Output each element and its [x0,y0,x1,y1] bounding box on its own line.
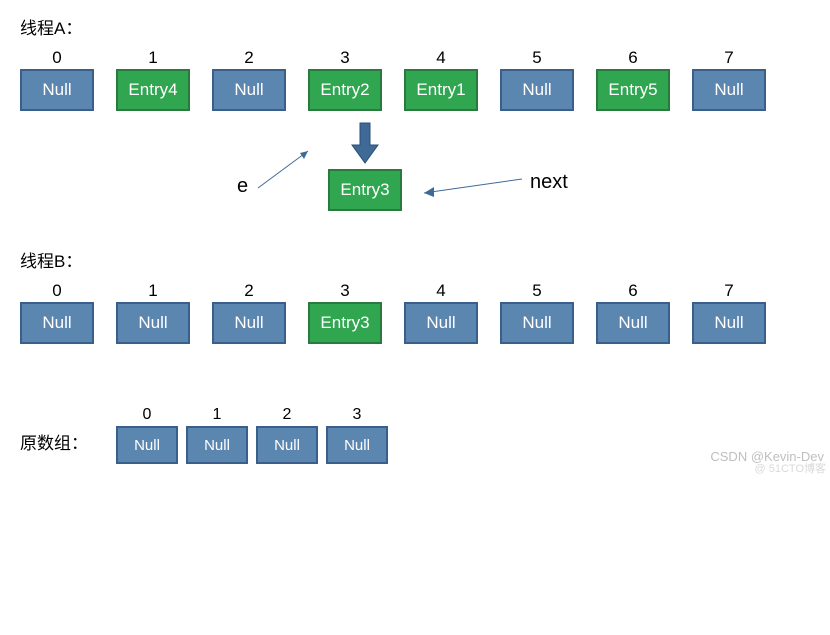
cell-b-3: 3Entry3 [308,280,382,344]
thread-b-label: 线程B： [20,247,810,272]
cell: Null [256,426,318,464]
origin-cells: 0Null 1Null 2Null 3Null [116,404,388,464]
idx: 6 [628,47,637,69]
cell-a-6: 6Entry5 [596,47,670,111]
idx: 1 [213,404,222,426]
idx: 7 [724,280,733,302]
cell-b-4: 4Null [404,280,478,344]
cell-a-5: 5Null [500,47,574,111]
cell: Null [596,302,670,344]
idx: 0 [52,280,61,302]
cell: Null [326,426,388,464]
idx: 4 [436,47,445,69]
cell: Null [186,426,248,464]
cell-b-6: 6Null [596,280,670,344]
cell: Entry5 [596,69,670,111]
cell: Entry1 [404,69,478,111]
down-arrow-icon [350,121,380,165]
idx: 3 [340,47,349,69]
idx: 7 [724,47,733,69]
cell-b-2: 2Null [212,280,286,344]
cell-o-3: 3Null [326,404,388,464]
pointer-e-arrow-icon [256,145,316,190]
thread-a-hanging-area: Entry3 e next [20,115,810,235]
pointer-next-arrow-icon [414,175,524,203]
cell-a-3: 3Entry2 [308,47,382,111]
cell-o-2: 2Null [256,404,318,464]
idx: 3 [353,404,362,426]
cell: Null [116,302,190,344]
cell-a-4: 4Entry1 [404,47,478,111]
cell-o-0: 0Null [116,404,178,464]
cell: Null [116,426,178,464]
origin-row: 原数组： 0Null 1Null 2Null 3Null [20,404,810,464]
cell: Entry4 [116,69,190,111]
idx: 2 [244,47,253,69]
idx: 0 [143,404,152,426]
idx: 5 [532,47,541,69]
cell-a-0: 0Null [20,47,94,111]
cell: Entry2 [308,69,382,111]
cell: Null [692,69,766,111]
idx: 0 [52,47,61,69]
idx: 1 [148,280,157,302]
cell-a-7: 7Null [692,47,766,111]
cell: Null [212,69,286,111]
idx: 5 [532,280,541,302]
hanging-entry3: Entry3 [328,169,402,211]
cell: Null [500,69,574,111]
cell-b-5: 5Null [500,280,574,344]
cell-o-1: 1Null [186,404,248,464]
idx: 1 [148,47,157,69]
cell: Null [404,302,478,344]
origin-label: 原数组： [20,429,88,454]
idx: 4 [436,280,445,302]
cell-a-1: 1Entry4 [116,47,190,111]
cell: Entry3 [308,302,382,344]
idx: 2 [283,404,292,426]
cell: Null [692,302,766,344]
cell: Null [20,302,94,344]
pointer-e-label: e [237,175,248,198]
cell-b-1: 1Null [116,280,190,344]
cell: Null [212,302,286,344]
idx: 6 [628,280,637,302]
idx: 3 [340,280,349,302]
cell-b-0: 0Null [20,280,94,344]
cell-a-2: 2Null [212,47,286,111]
thread-b-row: 0Null 1Null 2Null 3Entry3 4Null 5Null 6N… [20,280,810,344]
cell-b-7: 7Null [692,280,766,344]
thread-a-label: 线程A： [20,14,810,39]
idx: 2 [244,280,253,302]
watermark-51cto: @ 51CTO博客 [755,460,826,476]
cell: Null [20,69,94,111]
cell: Null [500,302,574,344]
thread-a-row: 0Null 1Entry4 2Null 3Entry2 4Entry1 5Nul… [20,47,810,111]
pointer-next-label: next [530,171,568,194]
